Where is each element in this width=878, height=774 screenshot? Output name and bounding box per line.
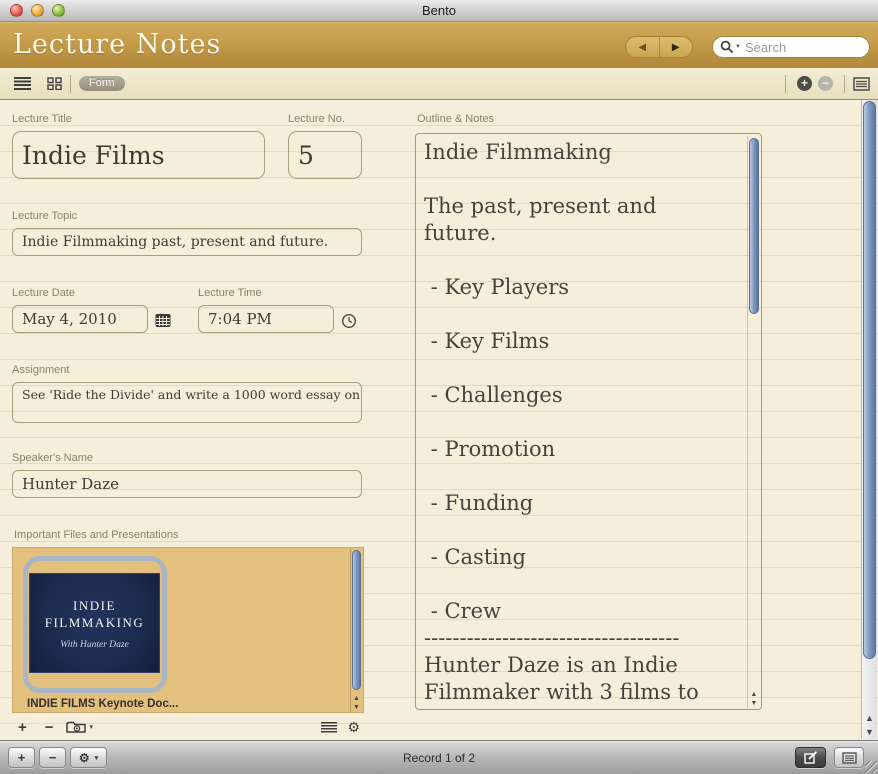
lecture-date-input[interactable]: May 4, 2010 bbox=[12, 305, 148, 333]
slide-title: INDIE FILMMAKING bbox=[39, 597, 151, 631]
delete-record-button[interactable]: − bbox=[39, 747, 66, 768]
notes-text[interactable]: Indie Filmmaking The past, present and f… bbox=[424, 139, 742, 704]
lecture-time-input[interactable]: 7:04 PM bbox=[198, 305, 334, 333]
media-field-label: Important Files and Presentations bbox=[14, 529, 178, 541]
slide-subtitle: With Hunter Daze bbox=[60, 640, 129, 650]
scroll-up-icon[interactable]: ▲ bbox=[751, 690, 758, 699]
lecture-time-label: Lecture Time bbox=[198, 287, 334, 299]
notes-field[interactable]: Indie Filmmaking The past, present and f… bbox=[415, 133, 762, 710]
library-header: Lecture Notes ◀ ▶ ▼ bbox=[0, 22, 878, 68]
scroll-down-icon[interactable]: ▼ bbox=[865, 725, 874, 739]
speaker-name-label: Speaker's Name bbox=[12, 452, 362, 464]
titlebar[interactable]: Bento bbox=[0, 0, 878, 22]
record-nav: ◀ ▶ bbox=[625, 36, 693, 58]
window-scrollbar[interactable]: ▲ ▼ bbox=[861, 100, 877, 739]
previous-record-button[interactable]: ◀ bbox=[626, 37, 660, 57]
media-scrollbar-thumb[interactable] bbox=[352, 550, 361, 690]
media-add-button[interactable]: + bbox=[18, 719, 27, 736]
media-browser[interactable]: INDIE FILMMAKING With Hunter Daze INDIE … bbox=[12, 547, 364, 713]
media-source-button[interactable]: ▾ bbox=[66, 720, 94, 734]
next-record-button[interactable]: ▶ bbox=[660, 37, 693, 57]
gear-icon: ⚙ bbox=[79, 751, 90, 765]
zoom-window-button[interactable] bbox=[52, 4, 65, 17]
close-window-button[interactable] bbox=[10, 4, 23, 17]
media-remove-button[interactable]: − bbox=[45, 719, 54, 736]
search-input[interactable] bbox=[712, 36, 870, 58]
form-canvas: Lecture Title Indie Films Lecture No. 5 … bbox=[0, 100, 878, 740]
notes-scrollbar[interactable]: ▲ ▼ bbox=[747, 136, 760, 708]
minimize-window-button[interactable] bbox=[31, 4, 44, 17]
folder-preview-icon bbox=[66, 720, 88, 734]
form-tools-button[interactable] bbox=[853, 77, 870, 91]
record-counter: Record 1 of 2 bbox=[403, 751, 475, 765]
add-field-button[interactable]: + bbox=[797, 76, 812, 91]
bento-window: Bento Lecture Notes ◀ ▶ ▼ bbox=[0, 0, 878, 774]
table-view-button[interactable] bbox=[0, 77, 31, 90]
window-controls bbox=[10, 4, 65, 17]
calendar-icon[interactable] bbox=[155, 313, 171, 328]
page-title: Lecture Notes bbox=[13, 29, 221, 60]
form-tools-icon bbox=[853, 77, 870, 91]
status-bar: + − ⚙ ▾ Record 1 of 2 bbox=[0, 740, 878, 774]
media-controls: + − ▾ ⚙ bbox=[12, 717, 364, 737]
remove-field-button[interactable]: − bbox=[818, 76, 833, 91]
keynote-thumbnail: INDIE FILMMAKING With Hunter Daze bbox=[29, 573, 160, 673]
assignment-input[interactable]: See 'Ride the Divide' and write a 1000 w… bbox=[12, 382, 362, 423]
toolbar-separator bbox=[70, 75, 71, 93]
caret-down-icon: ▾ bbox=[95, 754, 99, 762]
resize-grip[interactable] bbox=[865, 761, 877, 773]
search-box: ▼ bbox=[712, 36, 870, 58]
record-actions-button[interactable]: ⚙ ▾ bbox=[70, 747, 107, 768]
grid-view-icon bbox=[47, 77, 62, 90]
media-list-view-icon[interactable] bbox=[321, 722, 337, 733]
toolbar-separator bbox=[785, 75, 786, 93]
lecture-no-label: Lecture No. bbox=[288, 113, 362, 125]
scroll-up-icon[interactable]: ▲ bbox=[353, 694, 360, 703]
edit-record-button[interactable] bbox=[795, 747, 826, 768]
speaker-name-input[interactable]: Hunter Daze bbox=[12, 470, 362, 498]
media-action-gear-icon[interactable]: ⚙ bbox=[347, 720, 360, 734]
scroll-down-icon[interactable]: ▼ bbox=[751, 699, 758, 708]
form-view-button[interactable] bbox=[834, 747, 864, 768]
caret-down-icon: ▾ bbox=[90, 723, 94, 731]
view-toolbar: Form + − bbox=[0, 68, 878, 100]
lecture-date-label: Lecture Date bbox=[12, 287, 148, 299]
new-record-button[interactable]: + bbox=[8, 747, 35, 768]
lecture-topic-input[interactable]: Indie Filmmaking past, present and futur… bbox=[12, 228, 362, 256]
scroll-up-icon[interactable]: ▲ bbox=[865, 711, 874, 725]
window-title: Bento bbox=[0, 0, 878, 21]
clock-icon[interactable] bbox=[341, 313, 357, 329]
forward-icon: ▶ bbox=[672, 42, 680, 53]
notes-scrollbar-thumb[interactable] bbox=[749, 138, 759, 314]
table-view-icon bbox=[14, 77, 31, 90]
lecture-topic-label: Lecture Topic bbox=[12, 210, 362, 222]
lecture-no-input[interactable]: 5 bbox=[288, 131, 362, 179]
back-icon: ◀ bbox=[638, 42, 646, 53]
media-item-selected[interactable]: INDIE FILMMAKING With Hunter Daze bbox=[23, 556, 167, 693]
notes-label: Outline & Notes bbox=[417, 113, 494, 125]
grid-view-button[interactable] bbox=[47, 77, 62, 90]
lecture-title-label: Lecture Title bbox=[12, 113, 265, 125]
lecture-title-input[interactable]: Indie Films bbox=[12, 131, 265, 179]
assignment-label: Assignment bbox=[12, 364, 362, 376]
media-item-caption: INDIE FILMS Keynote Doc... bbox=[27, 698, 178, 710]
form-view-tab[interactable]: Form bbox=[79, 76, 125, 91]
scroll-down-icon[interactable]: ▼ bbox=[353, 703, 360, 712]
compose-icon bbox=[804, 751, 818, 764]
form-view-icon bbox=[842, 752, 857, 764]
media-scrollbar[interactable]: ▲ ▼ bbox=[350, 549, 362, 712]
toolbar-separator bbox=[844, 75, 845, 93]
window-scrollbar-thumb[interactable] bbox=[863, 101, 876, 659]
